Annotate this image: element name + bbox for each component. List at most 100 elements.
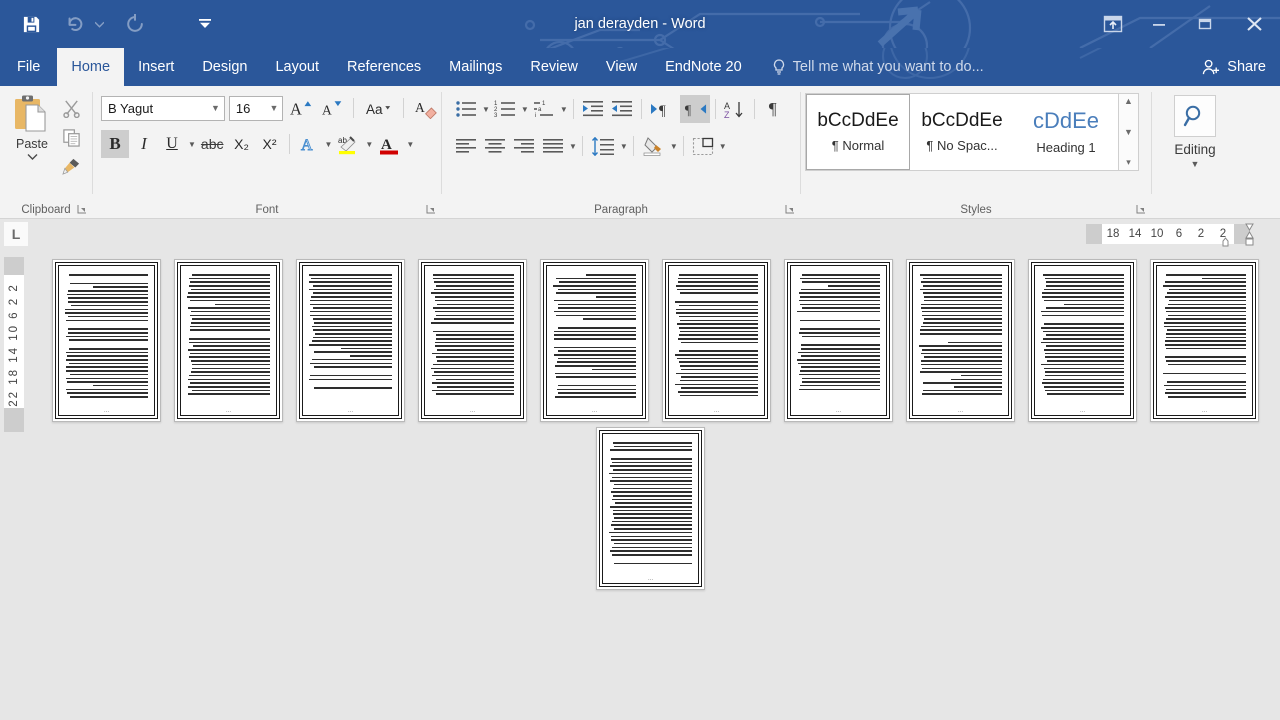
tab-review[interactable]: Review [516,48,592,86]
borders-caret-icon[interactable]: ▼ [719,142,727,151]
borders-button[interactable] [689,133,717,159]
align-center-button[interactable] [481,133,509,159]
decrease-indent-button[interactable] [579,96,607,122]
separator [640,99,642,119]
copy-icon [62,128,80,147]
cut-button[interactable] [58,96,84,120]
search-icon[interactable] [1174,95,1216,137]
multilevel-caret-icon[interactable]: ▼ [560,105,568,114]
tab-endnote[interactable]: EndNote 20 [651,48,756,86]
increase-indent-button[interactable] [608,96,636,122]
paste-button[interactable]: Paste [6,92,58,218]
highlight-caret-icon[interactable]: ▼ [365,140,373,149]
indent-markers[interactable] [1220,222,1254,249]
editing-caret-icon[interactable]: ▼ [1191,159,1200,169]
line-spacing-caret-icon[interactable]: ▼ [620,142,628,151]
line-spacing-button[interactable] [588,133,618,159]
minimize-icon[interactable] [1136,0,1182,48]
tab-layout[interactable]: Layout [261,48,333,86]
ribbon-display-options-icon[interactable] [1090,0,1136,48]
tab-home[interactable]: Home [57,48,125,86]
styles-dialog-launcher[interactable] [1135,203,1147,215]
tab-mailings[interactable]: Mailings [435,48,516,86]
justify-caret-icon[interactable]: ▼ [569,142,577,151]
tab-insert[interactable]: Insert [124,48,188,86]
rtl-text-direction-button[interactable]: ¶ [679,95,710,123]
tab-selector-button[interactable]: L [4,222,28,246]
document-page[interactable]: ··· [662,259,771,422]
change-case-button[interactable]: Aa [362,95,395,121]
font-color-caret-icon[interactable]: ▼ [406,140,414,149]
underline-caret-icon[interactable]: ▼ [188,140,196,149]
clipboard-dialog-launcher[interactable] [76,203,88,215]
document-canvas[interactable]: 22 18 14 10 6 2 2 ··· ··· ··· ··· ··· ··· ··· ·… [0,249,1280,720]
numbering-button[interactable]: 1 2 3 [491,96,519,122]
tab-file[interactable]: File [0,48,58,86]
grow-font-button[interactable]: A [287,95,314,121]
clear-formatting-button[interactable]: A [412,95,441,121]
share-button[interactable]: Share [1190,48,1280,86]
document-page[interactable]: ··· [784,259,893,422]
styles-scroll-up-icon[interactable]: ▲ [1124,96,1133,106]
font-dialog-launcher[interactable] [425,203,437,215]
styles-scroll[interactable]: ▲ ▼ ▾ [1119,93,1139,171]
paragraph-dialog-launcher[interactable] [784,203,796,215]
text-effects-caret-icon[interactable]: ▼ [325,140,333,149]
window-controls[interactable] [1090,0,1280,48]
style-item-heading-1[interactable]: cDdEe Heading 1 [1014,94,1118,170]
ltr-text-direction-button[interactable]: ¶ [647,96,679,122]
restore-icon[interactable] [1182,0,1228,48]
document-page[interactable]: ··· [418,259,527,422]
subscript-button[interactable]: X₂ [229,131,255,157]
document-page[interactable]: ··· [1150,259,1259,422]
style-item-no-spacing[interactable]: bCcDdEe ¶ No Spac... [910,94,1014,170]
bullets-caret-icon[interactable]: ▼ [482,105,490,114]
document-page[interactable]: ··· [906,259,1015,422]
align-left-button[interactable] [452,133,480,159]
align-right-button[interactable] [510,133,538,159]
format-painter-button[interactable] [58,154,84,178]
paste-caret-icon[interactable] [27,153,38,160]
numbering-caret-icon[interactable]: ▼ [521,105,529,114]
italic-button[interactable]: I [131,131,157,157]
vertical-ruler[interactable]: 22 18 14 10 6 2 2 [4,257,24,432]
justify-button[interactable] [539,133,567,159]
superscript-label: X² [262,136,277,152]
strikethrough-button[interactable]: abc [198,131,227,157]
document-page[interactable]: ··· [596,427,705,590]
style-item-normal[interactable]: bCcDdEe ¶ Normal [806,94,910,170]
tab-references[interactable]: References [333,48,435,86]
styles-gallery[interactable]: bCcDdEe ¶ Normal bCcDdEe ¶ No Spac... cD… [805,93,1119,171]
tab-design[interactable]: Design [188,48,261,86]
multilevel-list-button[interactable]: 1 a i [530,96,558,122]
sort-button[interactable]: A Z [721,96,749,122]
styles-scroll-down-icon[interactable]: ▼ [1124,127,1133,137]
underline-button[interactable]: U [159,131,185,157]
shading-button[interactable] [639,133,668,159]
font-name-combo[interactable]: B Yagut ▼ [101,95,225,121]
document-page[interactable]: ··· [296,259,405,422]
shrink-font-button[interactable]: A [319,95,345,121]
document-pages-row-2[interactable]: ··· [596,427,705,590]
document-page[interactable]: ··· [174,259,283,422]
tab-view[interactable]: View [592,48,651,86]
close-icon[interactable] [1228,0,1280,48]
superscript-button[interactable]: X² [257,131,283,157]
document-page[interactable]: ··· [540,259,649,422]
bold-button[interactable]: B [101,130,129,158]
styles-more-icon[interactable]: ▾ [1126,157,1131,168]
text-effects-button[interactable]: A [296,131,322,157]
document-pages-row-1[interactable]: ··· ··· ··· ··· ··· ··· ··· ··· ··· ··· [52,259,1259,422]
copy-button[interactable] [58,125,84,149]
document-page[interactable]: ··· [52,259,161,422]
highlight-button[interactable]: ab [334,131,362,157]
ribbon-tabs[interactable]: File Home Insert Design Layout Reference… [0,48,1280,86]
document-page[interactable]: ··· [1028,259,1137,422]
font-color-button[interactable]: A [375,131,403,157]
tell-me-search[interactable]: Tell me what you want to do... [756,48,984,86]
font-size-combo[interactable]: 16 ▼ [228,95,284,121]
editing-button[interactable]: Editing ▼ [1152,86,1238,169]
shading-caret-icon[interactable]: ▼ [670,142,678,151]
show-paragraph-marks-button[interactable]: ¶ [760,96,786,122]
bullets-button[interactable] [452,96,480,122]
